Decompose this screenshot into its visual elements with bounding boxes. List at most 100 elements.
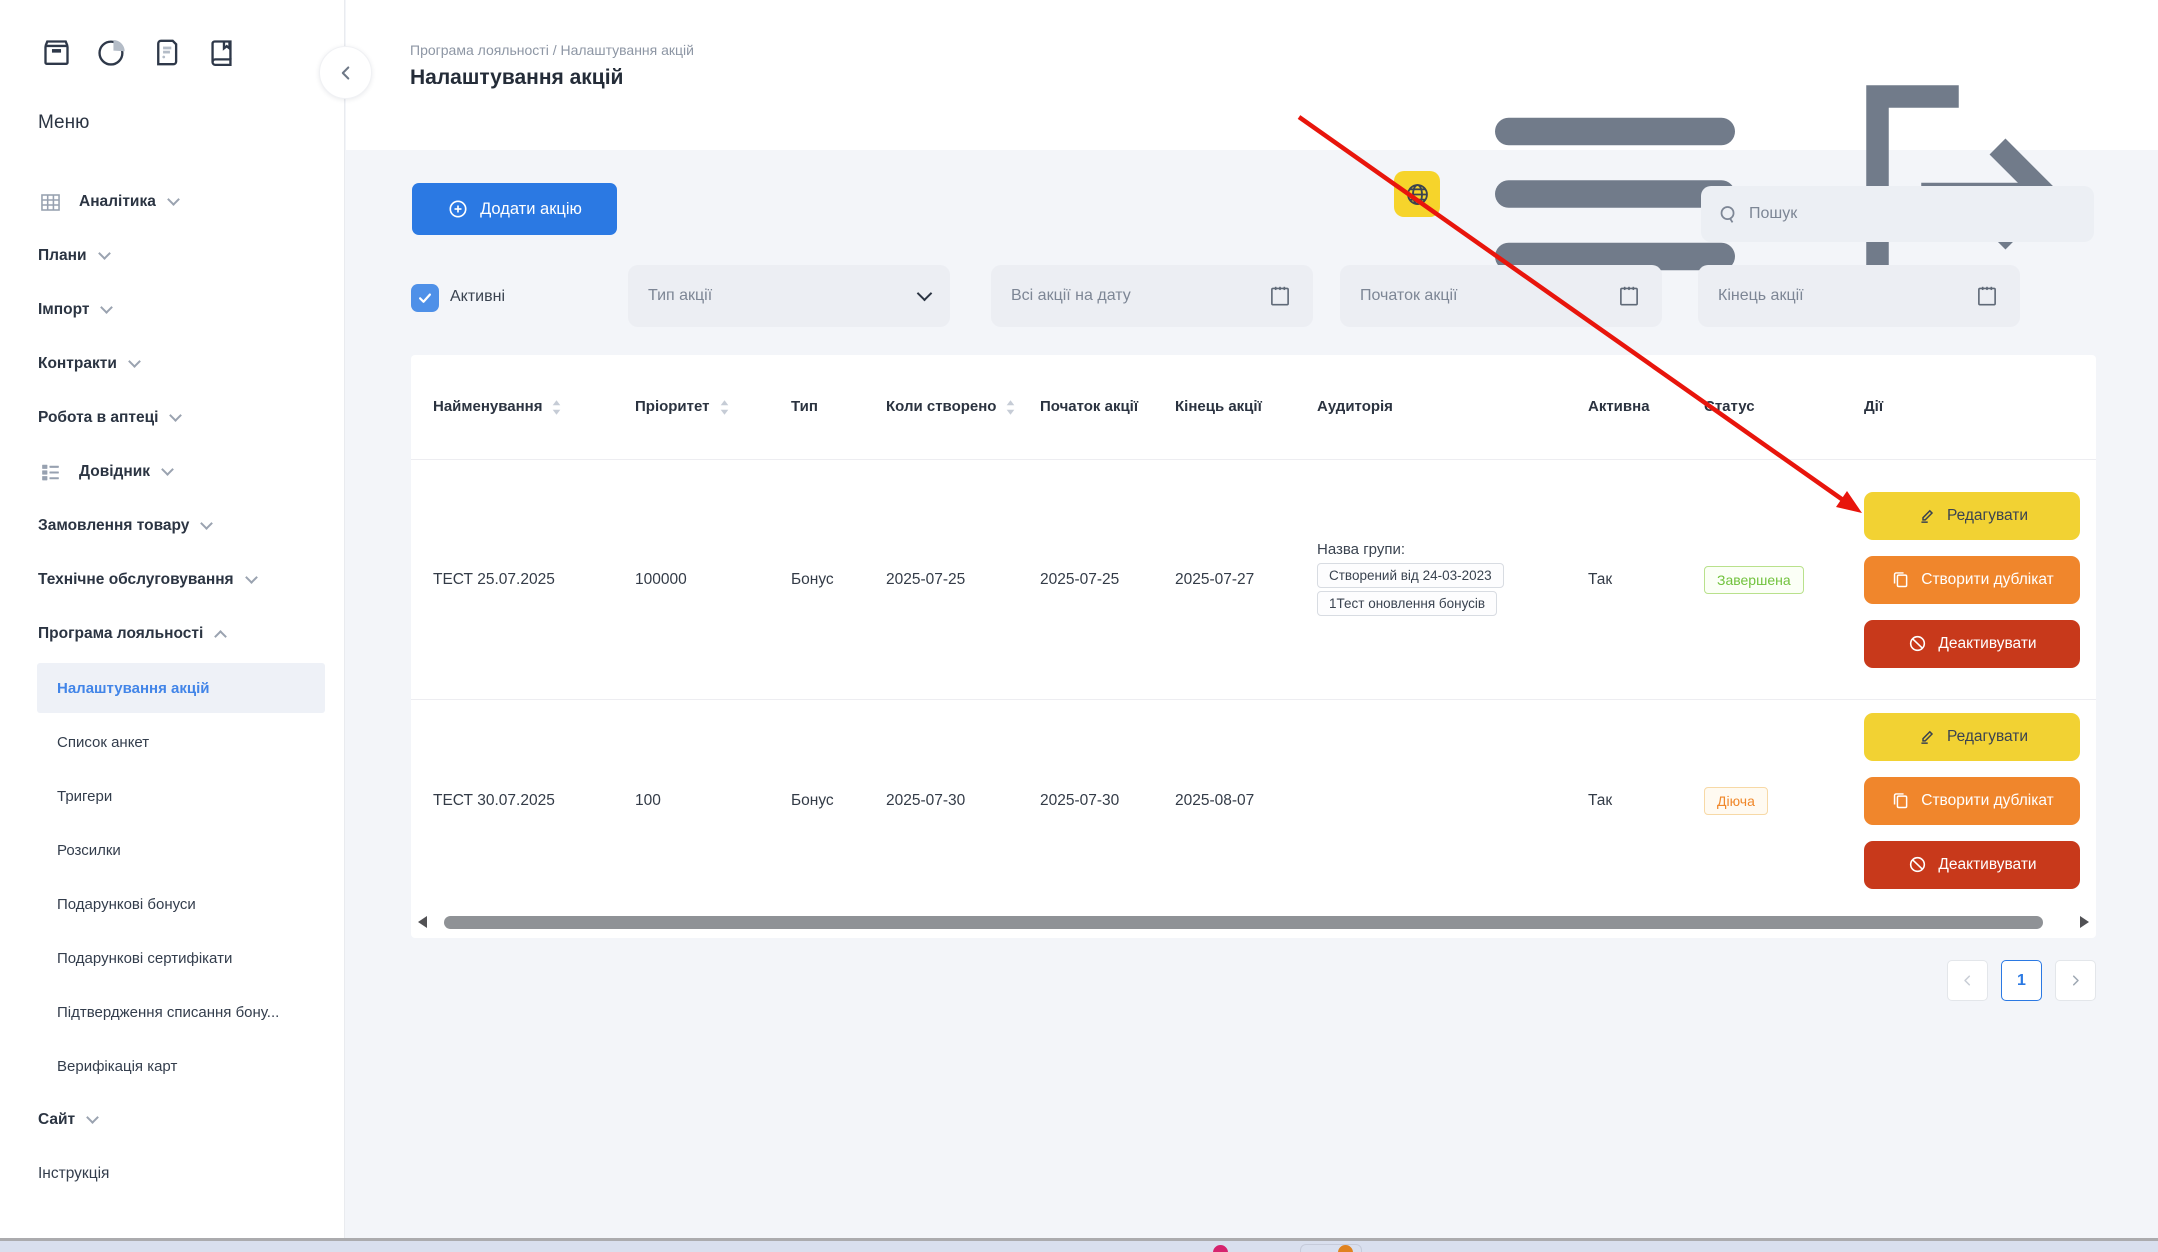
promotions-table-card: НайменуванняПріоритетТипКоли створеноПоч… bbox=[411, 355, 2096, 938]
sort-icon bbox=[719, 399, 730, 416]
edit-icon bbox=[1916, 726, 1937, 747]
check-icon bbox=[416, 289, 434, 307]
sidebar-subitem-gift-certificates[interactable]: Подарункові сертифікати bbox=[0, 931, 344, 985]
cell-active: Так bbox=[1586, 792, 1702, 810]
search-icon bbox=[1717, 203, 1740, 226]
chevron-down-icon bbox=[161, 463, 174, 476]
sidebar-subitem-questionnaire-list[interactable]: Список анкет bbox=[0, 715, 344, 769]
sidebar-item-contracts[interactable]: Контракти bbox=[0, 337, 344, 391]
chevron-down-icon bbox=[128, 355, 141, 368]
cell-status: Діюча bbox=[1702, 787, 1862, 815]
scrollbar-thumb[interactable] bbox=[444, 916, 2043, 929]
chevron-left-icon bbox=[335, 62, 357, 84]
column-header-3[interactable]: Коли створено bbox=[884, 396, 1038, 419]
cell-priority: 100 bbox=[633, 792, 789, 810]
pagination-prev-button[interactable] bbox=[1947, 960, 1988, 1001]
sidebar-item-label: Інструкція bbox=[38, 1165, 109, 1183]
cell-type: Бонус bbox=[789, 571, 884, 589]
cell-actions: Редагувати Створити дублікат Деактивувати bbox=[1862, 713, 2095, 889]
search-input[interactable] bbox=[1749, 205, 2078, 223]
breadcrumb[interactable]: Програма лояльності / Налаштування акцій bbox=[410, 42, 694, 58]
cell-active-value: Так bbox=[1588, 792, 1612, 809]
edit-button[interactable]: Редагувати bbox=[1864, 713, 2080, 761]
sort-icon bbox=[1005, 399, 1016, 416]
add-promo-button[interactable]: Додати акцію bbox=[412, 183, 617, 235]
cell-priority-value: 100 bbox=[635, 792, 661, 809]
sidebar-subitem-bonus-writeoff-confirmation[interactable]: Підтвердження списання бону... bbox=[0, 985, 344, 1039]
pagination-next-button[interactable] bbox=[2055, 960, 2096, 1001]
sidebar-item-loyalty-program[interactable]: Програма лояльності bbox=[0, 607, 344, 661]
filter-promo-end[interactable]: Кінець акції bbox=[1698, 265, 2020, 327]
chevron-down-icon bbox=[98, 247, 111, 260]
document-icon[interactable] bbox=[150, 36, 183, 69]
column-header-label: Статус bbox=[1704, 396, 1755, 419]
deactivate-button[interactable]: Деактивувати bbox=[1864, 620, 2080, 668]
cell-end-value: 2025-07-27 bbox=[1175, 571, 1254, 588]
sidebar-item-import[interactable]: Імпорт bbox=[0, 283, 344, 337]
add-promo-label: Додати акцію bbox=[480, 200, 582, 219]
sidebar-item-goods-order[interactable]: Замовлення товару bbox=[0, 499, 344, 553]
duplicate-button-label: Створити дублікат bbox=[1921, 571, 2053, 589]
sidebar-subitem-label: Верифікація карт bbox=[57, 1058, 177, 1075]
chevron-down-icon bbox=[101, 301, 114, 314]
chevron-up-icon bbox=[214, 630, 227, 643]
table-row: ТЕСТ 30.07.2025100Бонус2025-07-302025-07… bbox=[411, 700, 2096, 901]
edit-button-label: Редагувати bbox=[1947, 728, 2028, 746]
pagination-page-1-button[interactable]: 1 bbox=[2001, 960, 2042, 1001]
sidebar-subitem-mailings[interactable]: Розсилки bbox=[0, 823, 344, 877]
scrollbar-track[interactable] bbox=[432, 916, 2075, 929]
sidebar-item-label: Довідник bbox=[79, 463, 150, 481]
filter-label: Кінець акції bbox=[1718, 287, 1804, 305]
sidebar-item-label: Замовлення товару bbox=[38, 517, 189, 535]
filter-promos-on-date[interactable]: Всі акції на дату bbox=[991, 265, 1313, 327]
sidebar-item-instruction[interactable]: Інструкція bbox=[0, 1147, 344, 1201]
duplicate-button[interactable]: Створити дублікат bbox=[1864, 556, 2080, 604]
archive-box-icon[interactable] bbox=[40, 36, 73, 69]
active-checkbox[interactable] bbox=[411, 284, 439, 312]
sidebar-app-icons bbox=[0, 0, 344, 69]
scroll-left-arrow-icon[interactable] bbox=[418, 916, 427, 928]
column-header-6: Аудиторія bbox=[1315, 396, 1586, 419]
cell-status: Завершена bbox=[1702, 566, 1862, 594]
deactivate-icon bbox=[1907, 854, 1928, 875]
sidebar-subitem-triggers[interactable]: Тригери bbox=[0, 769, 344, 823]
table-body: ТЕСТ 25.07.2025100000Бонус2025-07-252025… bbox=[411, 460, 2096, 901]
pie-chart-icon[interactable] bbox=[95, 36, 128, 69]
sidebar-subitem-label: Список анкет bbox=[57, 734, 149, 751]
sidebar-item-analytics[interactable]: Аналітика bbox=[0, 175, 344, 229]
cell-active: Так bbox=[1586, 571, 1702, 589]
sidebar-item-directory[interactable]: Довідник bbox=[0, 445, 344, 499]
calendar-icon bbox=[1616, 283, 1642, 309]
sidebar-item-plans[interactable]: Плани bbox=[0, 229, 344, 283]
book-icon[interactable] bbox=[205, 36, 238, 69]
filter-label: Тип акції bbox=[648, 287, 712, 305]
cell-end: 2025-08-07 bbox=[1173, 792, 1315, 810]
deactivate-icon bbox=[1907, 633, 1928, 654]
sidebar-subitem-gift-bonuses[interactable]: Подарункові бонуси bbox=[0, 877, 344, 931]
sidebar-subitem-card-verification[interactable]: Верифікація карт bbox=[0, 1039, 344, 1093]
sidebar-collapse-button[interactable] bbox=[319, 46, 372, 99]
sidebar-subitem-promo-settings[interactable]: Налаштування акцій bbox=[37, 663, 325, 713]
sidebar-item-maintenance[interactable]: Технічне обслуговування bbox=[0, 553, 344, 607]
column-header-label: Аудиторія bbox=[1317, 396, 1393, 419]
deactivate-button[interactable]: Деактивувати bbox=[1864, 841, 2080, 889]
filter-promo-type[interactable]: Тип акції bbox=[628, 265, 950, 327]
cell-created-value: 2025-07-30 bbox=[886, 792, 965, 809]
cell-type-value: Бонус bbox=[791, 571, 834, 588]
pagination: 1 bbox=[411, 960, 2096, 1001]
column-header-label: Початок акції bbox=[1040, 396, 1138, 419]
sidebar-item-pharmacy-work[interactable]: Робота в аптеці bbox=[0, 391, 344, 445]
column-header-label: Коли створено bbox=[886, 396, 996, 419]
filter-promo-start[interactable]: Початок акції bbox=[1340, 265, 1662, 327]
duplicate-button[interactable]: Створити дублікат bbox=[1864, 777, 2080, 825]
column-header-1[interactable]: Пріоритет bbox=[633, 396, 789, 419]
sidebar-item-site[interactable]: Сайт bbox=[0, 1093, 344, 1147]
sidebar-item-label: Імпорт bbox=[38, 301, 89, 319]
language-button[interactable] bbox=[1394, 171, 1440, 217]
scroll-right-arrow-icon[interactable] bbox=[2080, 916, 2089, 928]
calendar-icon bbox=[1974, 283, 2000, 309]
chevron-down-icon bbox=[170, 409, 183, 422]
column-header-0[interactable]: Найменування bbox=[411, 396, 633, 419]
cell-created-value: 2025-07-25 bbox=[886, 571, 965, 588]
edit-button[interactable]: Редагувати bbox=[1864, 492, 2080, 540]
